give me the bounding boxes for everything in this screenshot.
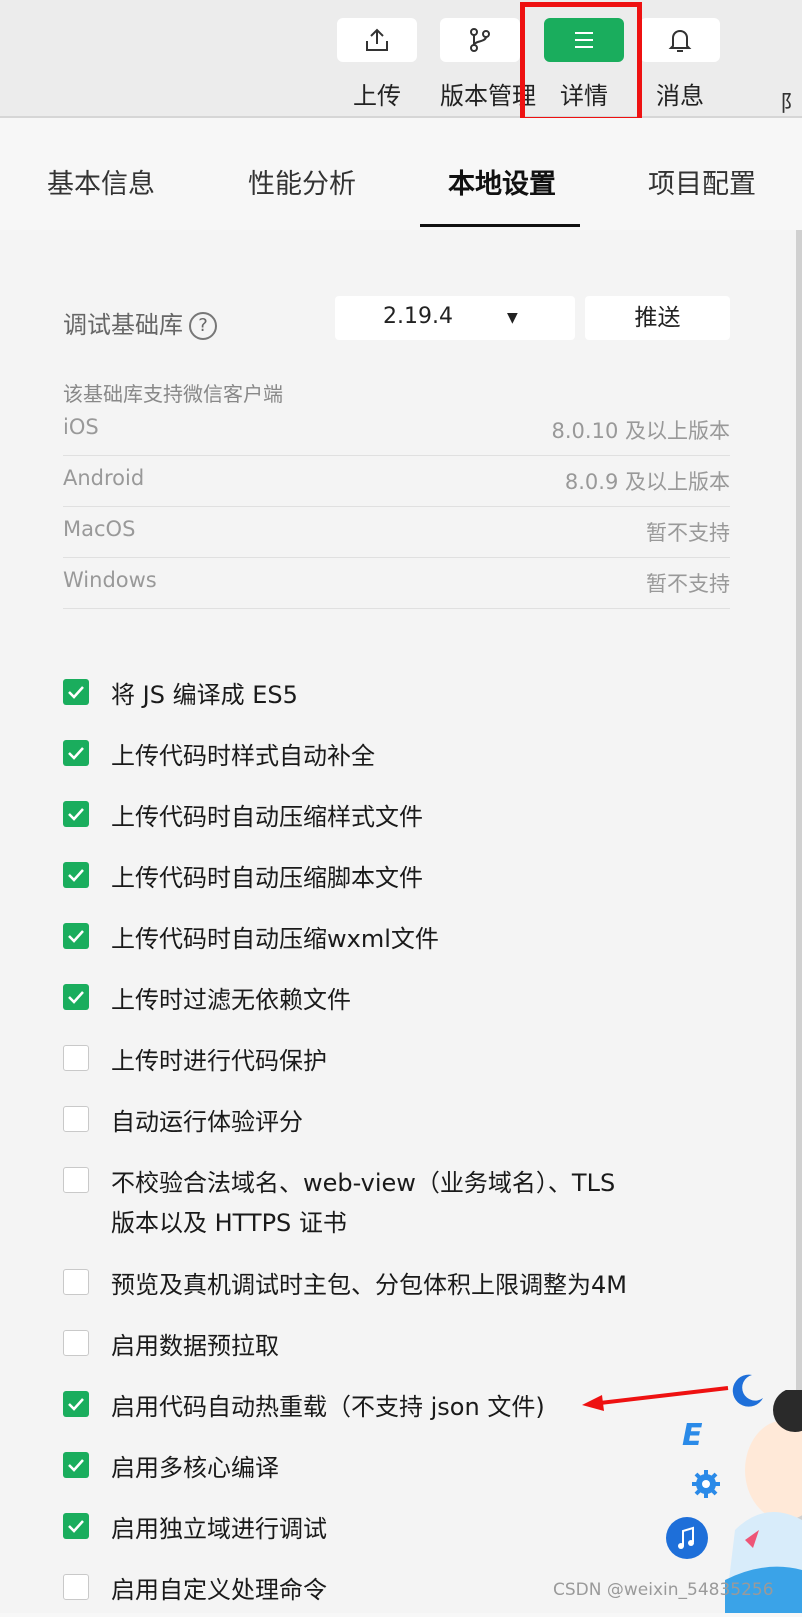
option-label: 启用独立域进行调试 — [111, 1515, 327, 1543]
checkbox[interactable] — [63, 1167, 89, 1193]
tab-performance[interactable]: 性能分析 — [248, 162, 356, 201]
version-select[interactable]: 2.19.4 ▼ — [335, 296, 575, 340]
support-row-macos: MacOS 暂不支持 — [63, 507, 730, 558]
bell-icon — [668, 29, 692, 52]
tab-basic-info[interactable]: 基本信息 — [47, 162, 155, 201]
checkbox[interactable] — [63, 1106, 89, 1132]
checkbox[interactable] — [63, 1574, 89, 1600]
support-caption: 该基础库支持微信客户端 — [63, 382, 283, 406]
checkbox[interactable] — [63, 801, 89, 827]
checkbox[interactable] — [63, 1452, 89, 1478]
version-value: 2.19.4 — [383, 304, 453, 329]
checkmark-icon — [68, 1398, 84, 1411]
tab-local-settings[interactable]: 本地设置 — [448, 162, 556, 201]
push-button[interactable]: 推送 — [585, 296, 730, 340]
support-row-windows: Windows 暂不支持 — [63, 558, 730, 609]
checkbox[interactable] — [63, 1045, 89, 1071]
details-highlight-box — [520, 2, 642, 122]
option-label: 启用代码自动热重载（不支持 json 文件) — [111, 1393, 545, 1421]
option-label: 上传时进行代码保护 — [111, 1047, 327, 1075]
support-row-ios: iOS 8.0.10 及以上版本 — [63, 405, 730, 456]
platform-name: iOS — [63, 415, 99, 439]
caret-down-icon: ▼ — [507, 310, 518, 326]
platform-name: MacOS — [63, 517, 136, 541]
checkbox[interactable] — [63, 679, 89, 705]
checkmark-icon — [68, 930, 84, 943]
checkbox[interactable] — [63, 740, 89, 766]
option-label: 启用数据预拉取 — [111, 1332, 279, 1360]
checkbox[interactable] — [63, 984, 89, 1010]
checkbox[interactable] — [63, 1330, 89, 1356]
option-label-line2: 版本以及 HTTPS 证书 — [111, 1209, 347, 1237]
platform-name: Windows — [63, 568, 157, 592]
platform-status: 8.0.9 及以上版本 — [564, 470, 730, 494]
help-icon[interactable]: ? — [189, 312, 217, 340]
watermark: CSDN @weixin_54835256 — [553, 1580, 774, 1600]
gear-icon — [690, 1468, 722, 1504]
edge-glyph: 阝 — [779, 92, 802, 117]
upload-button[interactable] — [337, 18, 417, 62]
option-label: 启用自定义处理命令 — [111, 1576, 327, 1604]
checkbox[interactable] — [63, 1269, 89, 1295]
checkmark-icon — [68, 686, 84, 699]
deco-letter-icon: E — [682, 1418, 703, 1453]
messages-button[interactable] — [640, 18, 720, 62]
debug-lib-row: 调试基础库? — [63, 305, 217, 340]
platform-status: 暂不支持 — [646, 521, 730, 545]
tab-project-config[interactable]: 项目配置 — [648, 162, 756, 201]
platform-status: 8.0.10 及以上版本 — [551, 419, 730, 443]
option-label: 上传代码时自动压缩wxml文件 — [111, 925, 439, 953]
checkbox[interactable] — [63, 1391, 89, 1417]
messages-tool[interactable]: 消息 — [640, 18, 720, 111]
version-label: 版本管理 — [440, 82, 536, 110]
upload-icon — [366, 28, 388, 51]
top-toolbar: 上传 版本管理 详情 消息 阝 — [0, 0, 802, 118]
upload-tool[interactable]: 上传 — [337, 18, 417, 111]
tab-bar: 基本信息 性能分析 本地设置 项目配置 — [0, 118, 798, 228]
checkmark-icon — [68, 808, 84, 821]
option-label: 启用多核心编译 — [111, 1454, 279, 1482]
option-label: 上传代码时自动压缩样式文件 — [111, 803, 423, 831]
option-label: 上传代码时样式自动补全 — [111, 742, 375, 770]
checkbox[interactable] — [63, 862, 89, 888]
checkmark-icon — [68, 1520, 84, 1533]
checkmark-icon — [68, 1459, 84, 1472]
platform-status: 暂不支持 — [646, 572, 730, 596]
messages-label: 消息 — [656, 82, 704, 110]
option-label: 将 JS 编译成 ES5 — [111, 681, 298, 709]
version-tool[interactable]: 版本管理 — [440, 18, 536, 111]
checkmark-icon — [68, 991, 84, 1004]
option-label: 上传代码时自动压缩脚本文件 — [111, 864, 423, 892]
platform-name: Android — [63, 466, 145, 490]
option-label: 自动运行体验评分 — [111, 1108, 303, 1136]
checkmark-icon — [68, 747, 84, 760]
checkbox[interactable] — [63, 1513, 89, 1539]
support-row-android: Android 8.0.9 及以上版本 — [63, 456, 730, 507]
debug-lib-label: 调试基础库 — [63, 311, 183, 339]
checkbox[interactable] — [63, 923, 89, 949]
branch-icon — [470, 28, 490, 52]
option-label: 上传时过滤无依赖文件 — [111, 986, 351, 1014]
music-note-icon — [665, 1516, 709, 1564]
checkmark-icon — [68, 869, 84, 882]
version-button[interactable] — [440, 18, 520, 62]
upload-label: 上传 — [353, 82, 401, 110]
option-label: 预览及真机调试时主包、分包体积上限调整为4M — [111, 1271, 627, 1299]
active-tab-indicator — [420, 224, 580, 227]
option-label: 不校验合法域名、web-view（业务域名）、TLS — [111, 1169, 616, 1197]
